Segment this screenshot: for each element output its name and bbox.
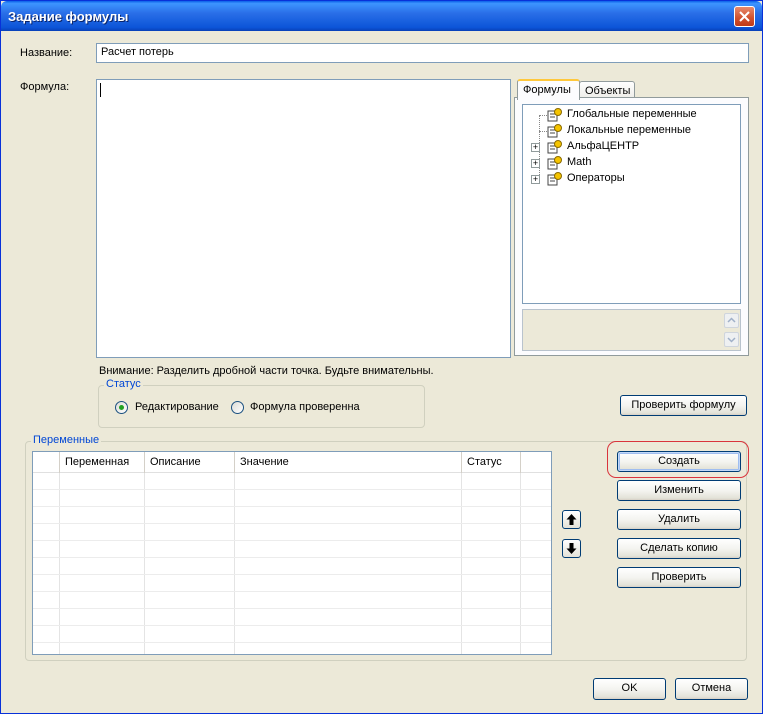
table-header: Переменная Описание Значение Статус xyxy=(33,452,551,473)
check-button[interactable]: Проверить xyxy=(617,567,741,588)
tree-item-label: Math xyxy=(567,156,592,168)
scroll-down-button[interactable] xyxy=(724,332,739,347)
tree-item-label: АльфаЦЕНТР xyxy=(567,140,640,152)
radio-formula-checked-label[interactable]: Формула проверенна xyxy=(250,401,360,413)
column-header-value[interactable]: Значение xyxy=(235,452,462,473)
folder-gear-icon xyxy=(547,108,562,122)
table-row[interactable] xyxy=(33,524,551,541)
edit-button[interactable]: Изменить xyxy=(617,480,741,501)
tree-item-label: Локальные переменные xyxy=(567,124,691,136)
status-group-title: Статус xyxy=(104,378,143,390)
formula-tree[interactable]: Глобальные переменные Локальные переменн… xyxy=(522,104,741,304)
table-row[interactable] xyxy=(33,473,551,490)
ok-button[interactable]: OK xyxy=(593,678,666,700)
name-label: Название: xyxy=(20,47,73,59)
tree-item-math[interactable]: + Math xyxy=(523,155,738,171)
radio-selected-dot xyxy=(119,405,124,410)
tab-objects-label: Объекты xyxy=(585,85,631,97)
expand-plus-icon[interactable]: + xyxy=(531,143,540,152)
table-row[interactable] xyxy=(33,626,551,643)
tree-item-label: Глобальные переменные xyxy=(567,108,697,120)
column-header-selector[interactable] xyxy=(33,452,60,473)
variables-group-title: Переменные xyxy=(31,434,102,446)
table-row[interactable] xyxy=(33,490,551,507)
make-copy-button[interactable]: Сделать копию xyxy=(617,538,741,559)
tree-item-local-vars[interactable]: Локальные переменные xyxy=(523,123,738,139)
tree-item-label: Операторы xyxy=(567,172,625,184)
close-button[interactable] xyxy=(734,6,755,27)
create-button[interactable]: Создать xyxy=(617,451,741,472)
tree-item-alphacenter[interactable]: + АльфаЦЕНТР xyxy=(523,139,738,155)
delete-button[interactable]: Удалить xyxy=(617,509,741,530)
folder-gear-icon xyxy=(547,140,562,154)
radio-editing-label[interactable]: Редактирование xyxy=(135,401,219,413)
warning-text: Внимание: Разделить дробной части точка.… xyxy=(99,365,434,377)
arrow-down-icon xyxy=(566,543,577,554)
tree-item-operators[interactable]: + Операторы xyxy=(523,171,738,187)
tree-item-global-vars[interactable]: Глобальные переменные xyxy=(523,107,738,123)
close-icon xyxy=(739,11,750,22)
arrow-up-icon xyxy=(566,514,577,525)
radio-editing[interactable] xyxy=(115,401,128,414)
table-row[interactable] xyxy=(33,507,551,524)
formula-textarea[interactable] xyxy=(96,79,511,358)
expand-plus-icon[interactable]: + xyxy=(531,175,540,184)
text-caret xyxy=(100,83,101,97)
folder-gear-icon xyxy=(547,124,562,138)
chevron-up-icon xyxy=(727,317,736,323)
formula-label: Формула: xyxy=(20,81,70,93)
column-header-variable[interactable]: Переменная xyxy=(60,452,145,473)
description-box xyxy=(522,309,741,351)
column-header-description[interactable]: Описание xyxy=(145,452,235,473)
scroll-up-button[interactable] xyxy=(724,313,739,328)
tab-formulas-label: Формулы xyxy=(523,84,571,96)
window-title: Задание формулы xyxy=(8,9,129,24)
name-field-value: Расчет потерь xyxy=(101,46,174,58)
title-bar[interactable]: Задание формулы xyxy=(1,1,762,31)
column-header-status[interactable]: Статус xyxy=(462,452,521,473)
chevron-down-icon xyxy=(727,337,736,343)
tab-formulas[interactable]: Формулы xyxy=(517,79,580,100)
cancel-button[interactable]: Отмена xyxy=(675,678,748,700)
table-row[interactable] xyxy=(33,609,551,626)
variables-table[interactable]: Переменная Описание Значение Статус xyxy=(32,451,552,655)
name-field[interactable]: Расчет потерь xyxy=(96,43,749,63)
move-down-button[interactable] xyxy=(562,539,581,558)
expand-plus-icon[interactable]: + xyxy=(531,159,540,168)
table-row[interactable] xyxy=(33,541,551,558)
table-row[interactable] xyxy=(33,575,551,592)
check-formula-button[interactable]: Проверить формулу xyxy=(620,395,747,416)
move-up-button[interactable] xyxy=(562,510,581,529)
dialog-window: Задание формулы Название: Расчет потерь … xyxy=(0,0,763,714)
folder-gear-icon xyxy=(547,172,562,186)
table-row[interactable] xyxy=(33,558,551,575)
radio-formula-checked[interactable] xyxy=(231,401,244,414)
folder-gear-icon xyxy=(547,156,562,170)
table-row[interactable] xyxy=(33,592,551,609)
